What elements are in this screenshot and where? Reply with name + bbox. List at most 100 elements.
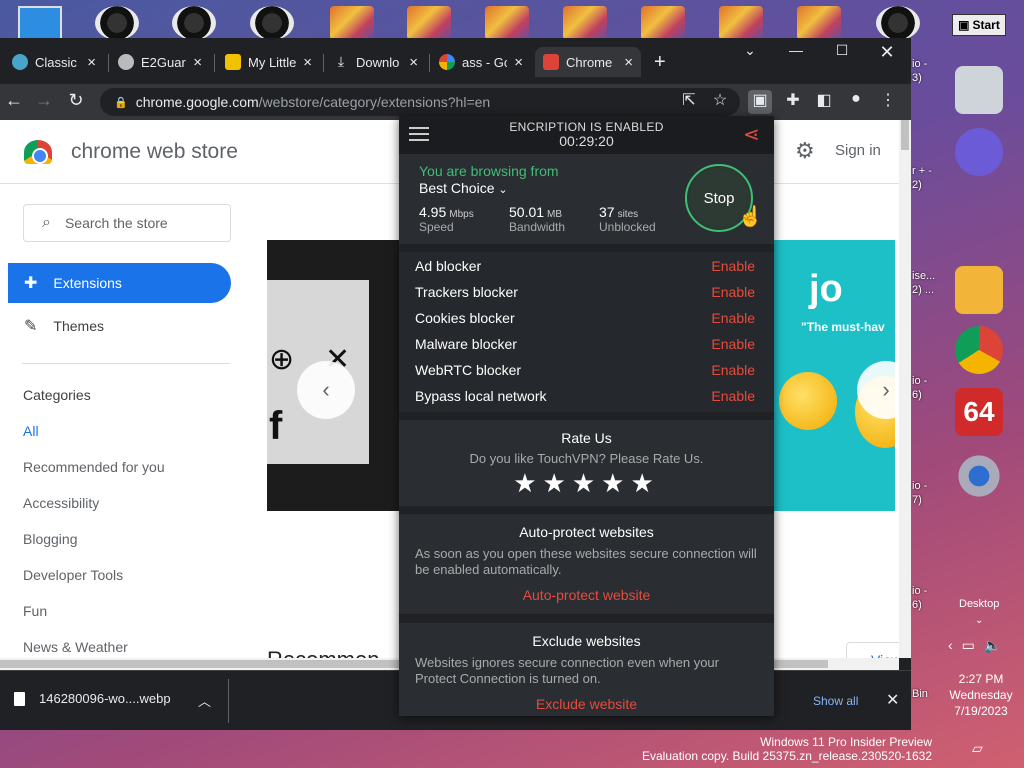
exclude-link[interactable]: Exclude website (399, 696, 774, 712)
enable-button[interactable]: Enable (711, 388, 755, 404)
chrome-icon[interactable] (955, 326, 1003, 374)
close-icon[interactable]: ✕ (886, 690, 899, 710)
obs-icon[interactable] (172, 6, 216, 40)
profile-icon[interactable]: ● (844, 90, 868, 108)
close-icon[interactable]: × (624, 54, 633, 71)
tile-64-icon[interactable]: 64 (955, 388, 1003, 436)
vpn-extension-icon[interactable]: ▣ (748, 90, 772, 114)
volume-icon[interactable]: 🔈 (984, 637, 1001, 654)
close-icon[interactable]: × (87, 54, 96, 71)
show-all-button[interactable]: Show all (813, 694, 858, 708)
share-icon[interactable]: ⋖ (743, 122, 760, 147)
sign-in-link[interactable]: Sign in (835, 142, 881, 159)
divider (228, 679, 229, 723)
chevron-left-icon[interactable]: ‹ (948, 637, 953, 654)
search-input[interactable]: ⌕ Search the store (23, 204, 231, 242)
extensions-puzzle-icon[interactable]: ✚ (781, 90, 805, 110)
pony-image-icon[interactable] (563, 6, 607, 40)
tab-downloads[interactable]: ⤓ Downlo × (325, 47, 426, 77)
category-accessibility[interactable]: Accessibility (23, 495, 99, 511)
windows-icon: ▣ (958, 18, 970, 32)
category-blogging[interactable]: Blogging (23, 531, 78, 547)
speed-stat: 4.95 Mbps (419, 204, 474, 220)
bandwidth-value: 50.01 (509, 204, 545, 220)
pony-image-icon[interactable] (407, 6, 451, 40)
desktop-label: 6) (912, 599, 922, 611)
pony-image-icon[interactable] (330, 6, 374, 40)
category-all[interactable]: All (23, 423, 39, 439)
tab-chrome-store[interactable]: Chrome × (535, 47, 641, 77)
tab-classic[interactable]: Classic S × (4, 47, 104, 77)
back-button[interactable]: ← (2, 90, 26, 111)
connection-timer: 00:29:20 (559, 133, 614, 149)
folder-icon[interactable] (955, 266, 1003, 314)
menu-kebab-icon[interactable]: ⋮ (876, 90, 900, 110)
feature-name: WebRTC blocker (415, 362, 522, 378)
close-icon[interactable]: × (514, 54, 523, 71)
reload-button[interactable]: ↻ (64, 90, 88, 111)
minimize-button[interactable]: — (776, 42, 816, 58)
chrome-grey-icon[interactable] (955, 452, 1003, 500)
forward-button[interactable]: → (32, 90, 56, 111)
app-tile-icon[interactable] (955, 66, 1003, 114)
chrome-web-store-logo[interactable] (24, 140, 52, 164)
pony-image-icon[interactable] (797, 6, 841, 40)
chevron-up-icon[interactable]: ︿ (198, 691, 211, 710)
pony-image-icon[interactable] (485, 6, 529, 40)
desktop-label: io - (912, 480, 928, 492)
obs-icon[interactable] (250, 6, 294, 40)
start-button[interactable]: ▣ Start (952, 14, 1006, 36)
pony-image-icon[interactable] (641, 6, 685, 40)
carousel-prev-button[interactable]: ‹ (297, 361, 355, 419)
category-news-weather[interactable]: News & Weather (23, 639, 128, 655)
close-window-button[interactable]: ✕ (867, 42, 907, 63)
pony-image-icon[interactable] (719, 6, 763, 40)
vertical-scrollbar[interactable] (899, 120, 911, 658)
notification-icon[interactable]: ▱ (972, 740, 983, 757)
sidebar-item-themes[interactable]: ✎ Themes (8, 306, 231, 346)
category-recommended[interactable]: Recommended for you (23, 459, 165, 475)
enable-button[interactable]: Enable (711, 258, 755, 274)
store-title[interactable]: chrome web store (71, 140, 238, 164)
address-bar[interactable]: 🔒 chrome.google.com/webstore/category/ex… (100, 88, 740, 116)
sidebar-item-extensions[interactable]: ✚ Extensions (8, 263, 231, 303)
enable-button[interactable]: Enable (711, 284, 755, 300)
enable-button[interactable]: Enable (711, 362, 755, 378)
network-icon[interactable]: ▭ (962, 637, 975, 654)
url-host: chrome.google.com (135, 94, 259, 110)
taskbar-clock[interactable]: 2:27 PM Wednesday 7/19/2023 (945, 671, 1017, 719)
tab-e2guard[interactable]: E2Guard × (110, 47, 210, 77)
bandwidth-stat: 50.01 MB (509, 204, 562, 220)
category-developer-tools[interactable]: Developer Tools (23, 567, 123, 583)
share-icon[interactable]: ⇱ (677, 90, 701, 110)
enable-button[interactable]: Enable (711, 336, 755, 352)
desktop-icon-app[interactable] (18, 6, 62, 40)
chevron-down-icon[interactable]: ⌄ (975, 615, 983, 626)
scrollbar-thumb[interactable] (901, 120, 909, 150)
new-tab-button[interactable]: + (654, 52, 666, 72)
location-selector[interactable]: Best Choice ⌄ (419, 180, 508, 196)
category-fun[interactable]: Fun (23, 603, 47, 619)
close-icon[interactable]: × (303, 54, 312, 71)
enable-button[interactable]: Enable (711, 310, 755, 326)
rating-stars[interactable]: ★★★★★ (399, 468, 774, 499)
tab-google[interactable]: ass - Go × (431, 47, 531, 77)
tab-search-icon[interactable]: ⌄ (730, 42, 770, 59)
sites-label: Unblocked (599, 220, 656, 234)
obs-icon[interactable] (95, 6, 139, 40)
tab-mylittle[interactable]: My Little × (217, 47, 320, 77)
view-all-button[interactable]: View (846, 642, 906, 658)
maximize-button[interactable]: ☐ (822, 42, 862, 59)
close-icon[interactable]: × (409, 54, 418, 71)
auto-protect-link[interactable]: Auto-protect website (399, 587, 774, 603)
side-panel-icon[interactable]: ◧ (812, 90, 836, 110)
obs-icon[interactable] (876, 6, 920, 40)
download-item[interactable]: 146280096-wo....webp (14, 691, 171, 706)
show-desktop-label[interactable]: Desktop (959, 598, 999, 610)
close-icon[interactable]: × (193, 54, 202, 71)
clock-time: 2:27 PM (958, 672, 1004, 686)
video-call-icon[interactable] (955, 128, 1003, 176)
bookmark-star-icon[interactable]: ☆ (708, 90, 732, 110)
gear-icon[interactable]: ⚙ (795, 138, 815, 164)
feature-list: Ad blocker Enable Trackers blocker Enable … (399, 252, 774, 412)
